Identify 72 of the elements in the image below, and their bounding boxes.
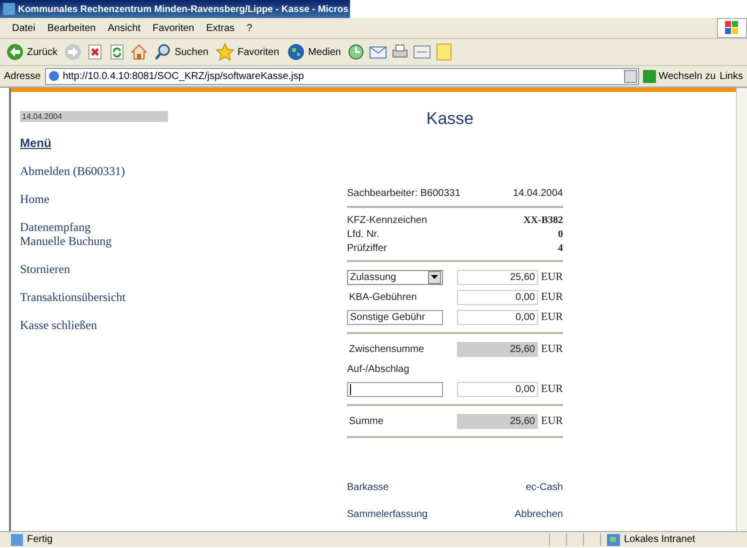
star-icon	[216, 43, 234, 61]
toolbar-button[interactable]: Medien	[285, 42, 343, 62]
page-title: Kasse	[425, 109, 475, 130]
amount-field[interactable]: 0,00	[457, 310, 538, 324]
zone-text: Lokales Intranet	[624, 534, 696, 545]
window-title: Kommunales Rechenzentrum Minden-Ravensberg/Lippe - Kasse - Micros	[18, 4, 348, 14]
amount-field: 25,60	[457, 414, 538, 428]
currency-label: EUR	[541, 383, 563, 395]
action-link[interactable]: ec-Cash	[526, 482, 563, 493]
currency-label: EUR	[541, 415, 563, 427]
field-label: Prüfziffer	[347, 242, 387, 254]
action-link[interactable]: Abbrechen	[514, 509, 563, 520]
toolbar-button[interactable]: Favoriten	[214, 42, 282, 62]
field-value: 0	[558, 228, 563, 240]
surcharge-label: Auf-/Abschlag	[347, 364, 410, 374]
menu-link[interactable]: Datenempfang	[20, 220, 170, 234]
clerk-label: Sachbearbeiter: B600331	[347, 188, 460, 198]
field-value: 4	[558, 242, 563, 254]
field-value: XX-B382	[524, 214, 563, 226]
menu-heading[interactable]: Menü	[20, 136, 170, 150]
menu-link[interactable]: Manuelle Buchung	[20, 234, 170, 248]
amount-field[interactable]: 0,00	[457, 382, 538, 396]
field-label: Lfd. Nr.	[347, 228, 380, 240]
total-label: Summe	[349, 416, 384, 426]
menu-link[interactable]: Home	[20, 192, 170, 206]
currency-label: EUR	[541, 271, 563, 283]
fee-dropdown[interactable]: Zulassung	[347, 270, 443, 284]
home-icon[interactable]	[130, 43, 148, 61]
action-link[interactable]: Barkasse	[347, 482, 389, 493]
fee-label: KBA-Gebühren	[349, 292, 417, 302]
history-icon[interactable]	[346, 43, 365, 61]
amount-field: 25,60	[457, 342, 538, 356]
menu-item[interactable]: Bearbeiten	[41, 22, 102, 34]
app-icon	[3, 3, 15, 15]
menu-link[interactable]: Stornieren	[20, 262, 170, 276]
menu-link[interactable]: Abmelden (B600331)	[20, 164, 170, 178]
currency-label: EUR	[541, 343, 563, 355]
page-icon	[11, 534, 23, 546]
menu-item[interactable]: Extras	[200, 22, 241, 34]
network-icon	[607, 534, 620, 546]
toolbar-button[interactable]: Zurück	[4, 42, 60, 62]
menu-link[interactable]: Transaktionsübersicht	[20, 290, 170, 304]
currency-label: EUR	[541, 291, 563, 303]
status-text: Fertig	[27, 534, 53, 545]
edit-icon[interactable]	[412, 43, 431, 61]
surcharge-input[interactable]	[347, 382, 443, 396]
address-label: Adresse	[4, 70, 41, 82]
note-icon[interactable]	[434, 43, 453, 61]
date-text: 14.04.2004	[512, 188, 563, 198]
toolbar-button[interactable]: Suchen	[152, 42, 210, 62]
menu-item[interactable]: Favoriten	[146, 22, 200, 34]
go-button[interactable]: Wechseln zu	[642, 70, 716, 82]
menu-item[interactable]: Datei	[6, 22, 42, 34]
address-field[interactable]: http://10.0.4.10:8081/SOC_KRZ/jsp/softwareKasse.jsp	[44, 68, 639, 84]
menu-link[interactable]: Kasse schließen	[20, 318, 170, 332]
date-label: 14.04.2004	[20, 111, 168, 122]
action-link[interactable]: Sammelerfassung	[347, 509, 428, 520]
refresh-icon[interactable]	[108, 43, 126, 61]
currency-label: EUR	[541, 311, 563, 323]
search-icon	[154, 43, 172, 61]
menu-item[interactable]: Ansicht	[102, 22, 147, 34]
page-icon	[48, 70, 60, 82]
amount-field[interactable]: 0,00	[457, 290, 538, 304]
links-label[interactable]: Links	[720, 70, 743, 82]
menu-item[interactable]: ?	[240, 22, 258, 34]
globe-icon	[287, 43, 306, 61]
fee-input[interactable]: Sonstige Gebühr	[347, 310, 443, 324]
stop-icon[interactable]	[86, 43, 104, 61]
subtotal-label: Zwischensumme	[349, 344, 424, 354]
field-label: KFZ-Kennzeichen	[347, 214, 428, 226]
amount-field[interactable]: 25,60	[457, 270, 538, 284]
back-icon	[6, 43, 24, 61]
